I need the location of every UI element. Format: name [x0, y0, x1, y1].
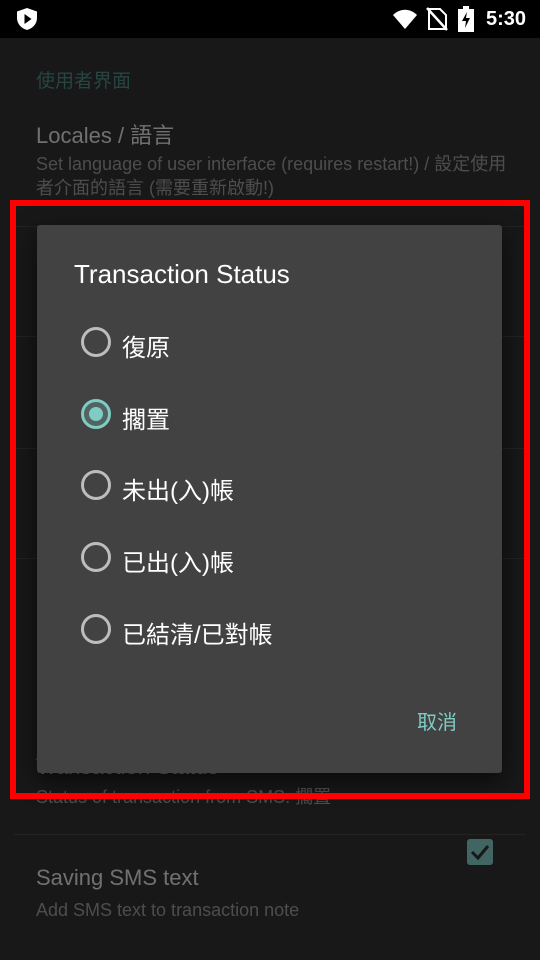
battery-charging-icon [458, 6, 474, 32]
clock: 5:30 [486, 8, 527, 30]
highlight-box [10, 200, 530, 799]
no-sim-icon [426, 7, 448, 31]
shield-icon [17, 8, 37, 30]
status-bar: 5:30 [0, 0, 540, 38]
wifi-icon [393, 9, 417, 29]
